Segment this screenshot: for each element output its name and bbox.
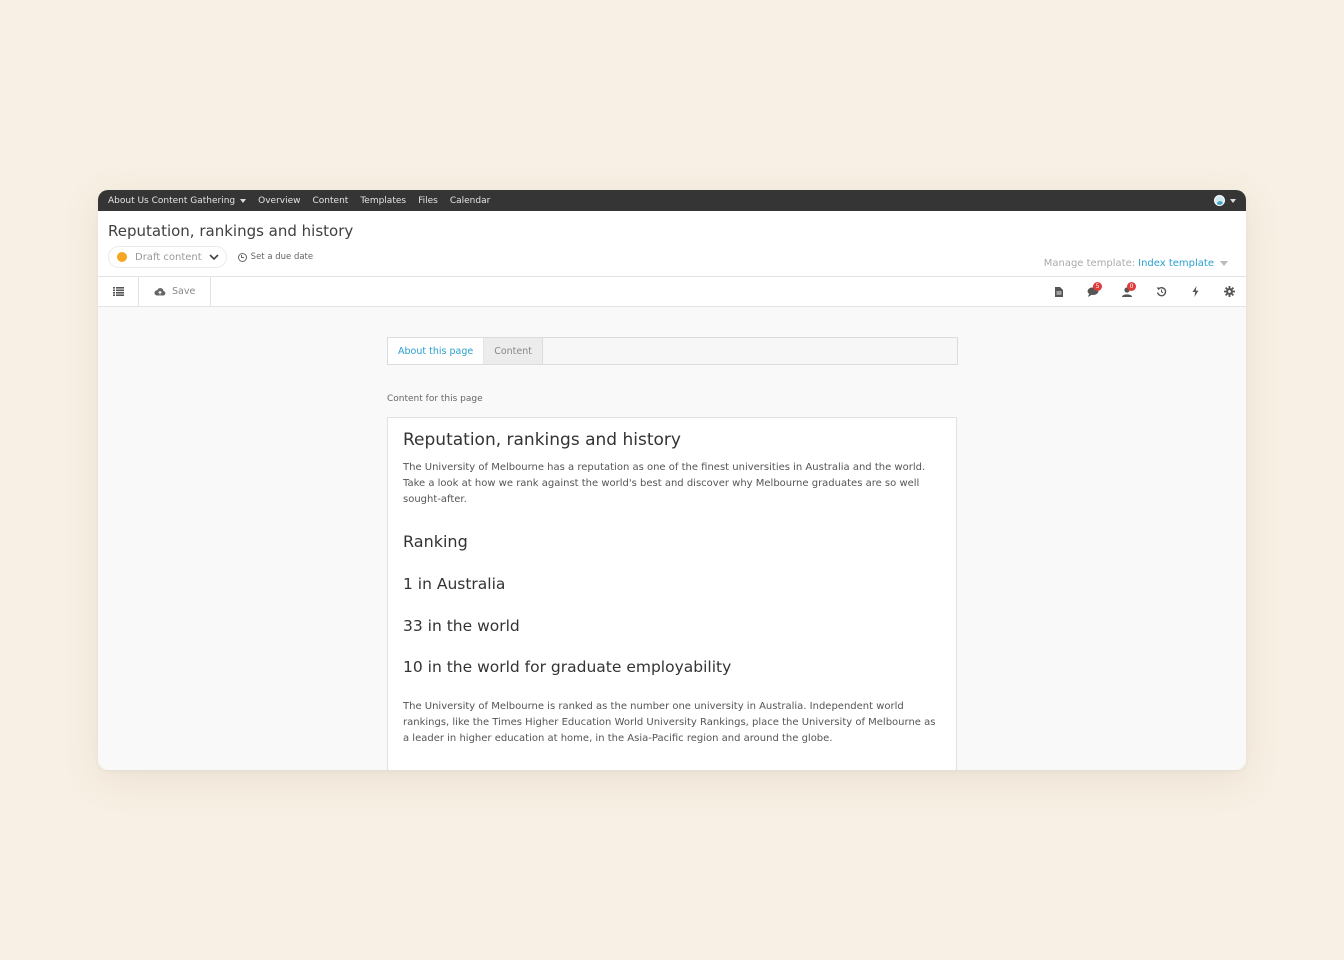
nav-files[interactable]: Files — [418, 196, 438, 206]
app-window: About Us Content Gathering Overview Cont… — [98, 190, 1246, 770]
avatar — [1214, 195, 1225, 206]
comments-button[interactable]: 5 — [1076, 277, 1110, 306]
main-area: About this page Content Content for this… — [98, 307, 1246, 770]
project-name: About Us Content Gathering — [108, 195, 236, 206]
toolbar: Save 5 0 — [98, 277, 1246, 307]
assignees-button[interactable]: 0 — [1110, 277, 1144, 306]
user-menu[interactable] — [1214, 195, 1236, 206]
chevron-down-icon — [208, 251, 220, 263]
caret-down-icon — [1230, 198, 1236, 203]
manage-template: Manage template: Index template — [1044, 258, 1228, 269]
rank-world: 33 in the world — [403, 617, 520, 635]
page-title: Reputation, rankings and history — [108, 222, 354, 240]
assignees-count-badge: 0 — [1127, 282, 1136, 291]
due-date-label: Set a due date — [250, 252, 314, 262]
body-paragraph: The University of Melbourne is ranked as… — [403, 701, 936, 744]
intro-paragraph: The University of Melbourne has a reputa… — [403, 462, 926, 505]
lightning-icon — [1192, 286, 1198, 297]
nav-calendar[interactable]: Calendar — [450, 196, 490, 206]
document-icon — [1055, 286, 1063, 297]
rank-employability: 10 in the world for graduate employabili… — [403, 658, 732, 676]
set-due-date-button[interactable]: Set a due date — [237, 252, 314, 262]
manage-template-label: Manage template: — [1043, 258, 1136, 269]
comments-count-badge: 5 — [1093, 282, 1102, 291]
clock-icon — [237, 252, 247, 262]
project-switcher[interactable]: About Us Content Gathering — [108, 195, 247, 206]
status-dropdown[interactable]: Draft content — [108, 246, 227, 268]
tab-content[interactable]: Content — [484, 338, 543, 364]
page-header: Reputation, rankings and history Draft c… — [98, 211, 1246, 277]
tab-about-this-page[interactable]: About this page — [388, 338, 485, 364]
caret-down-icon — [240, 198, 247, 203]
status-dot — [117, 252, 127, 262]
status-row: Draft content Set a due date — [108, 246, 313, 268]
list-icon — [112, 287, 124, 296]
status-label: Draft content — [135, 251, 202, 263]
automation-button[interactable] — [1178, 277, 1212, 306]
content-section-label: Content for this page — [387, 394, 483, 404]
document-button[interactable] — [1042, 277, 1076, 306]
nav-overview[interactable]: Overview — [258, 196, 300, 206]
gear-icon — [1223, 286, 1235, 297]
page-tabs: About this page Content — [387, 337, 958, 365]
rank-australia: 1 in Australia — [403, 575, 506, 593]
list-view-button[interactable] — [98, 277, 139, 306]
caret-down-icon[interactable] — [1220, 261, 1228, 266]
save-button[interactable]: Save — [139, 277, 212, 306]
nav-content[interactable]: Content — [313, 196, 349, 206]
settings-button[interactable] — [1212, 277, 1246, 306]
cloud-upload-icon — [154, 288, 166, 296]
template-link[interactable]: Index template — [1138, 258, 1214, 269]
save-label: Save — [172, 286, 196, 297]
top-navigation: About Us Content Gathering Overview Cont… — [98, 190, 1246, 211]
history-button[interactable] — [1144, 277, 1178, 306]
nav-templates[interactable]: Templates — [360, 196, 406, 206]
ranking-heading: Ranking — [403, 532, 468, 551]
content-editor[interactable]: Reputation, rankings and history The Uni… — [387, 417, 957, 770]
toolbar-actions: 5 0 — [1042, 277, 1246, 306]
history-icon — [1156, 287, 1166, 297]
content-heading: Reputation, rankings and history — [403, 430, 681, 450]
